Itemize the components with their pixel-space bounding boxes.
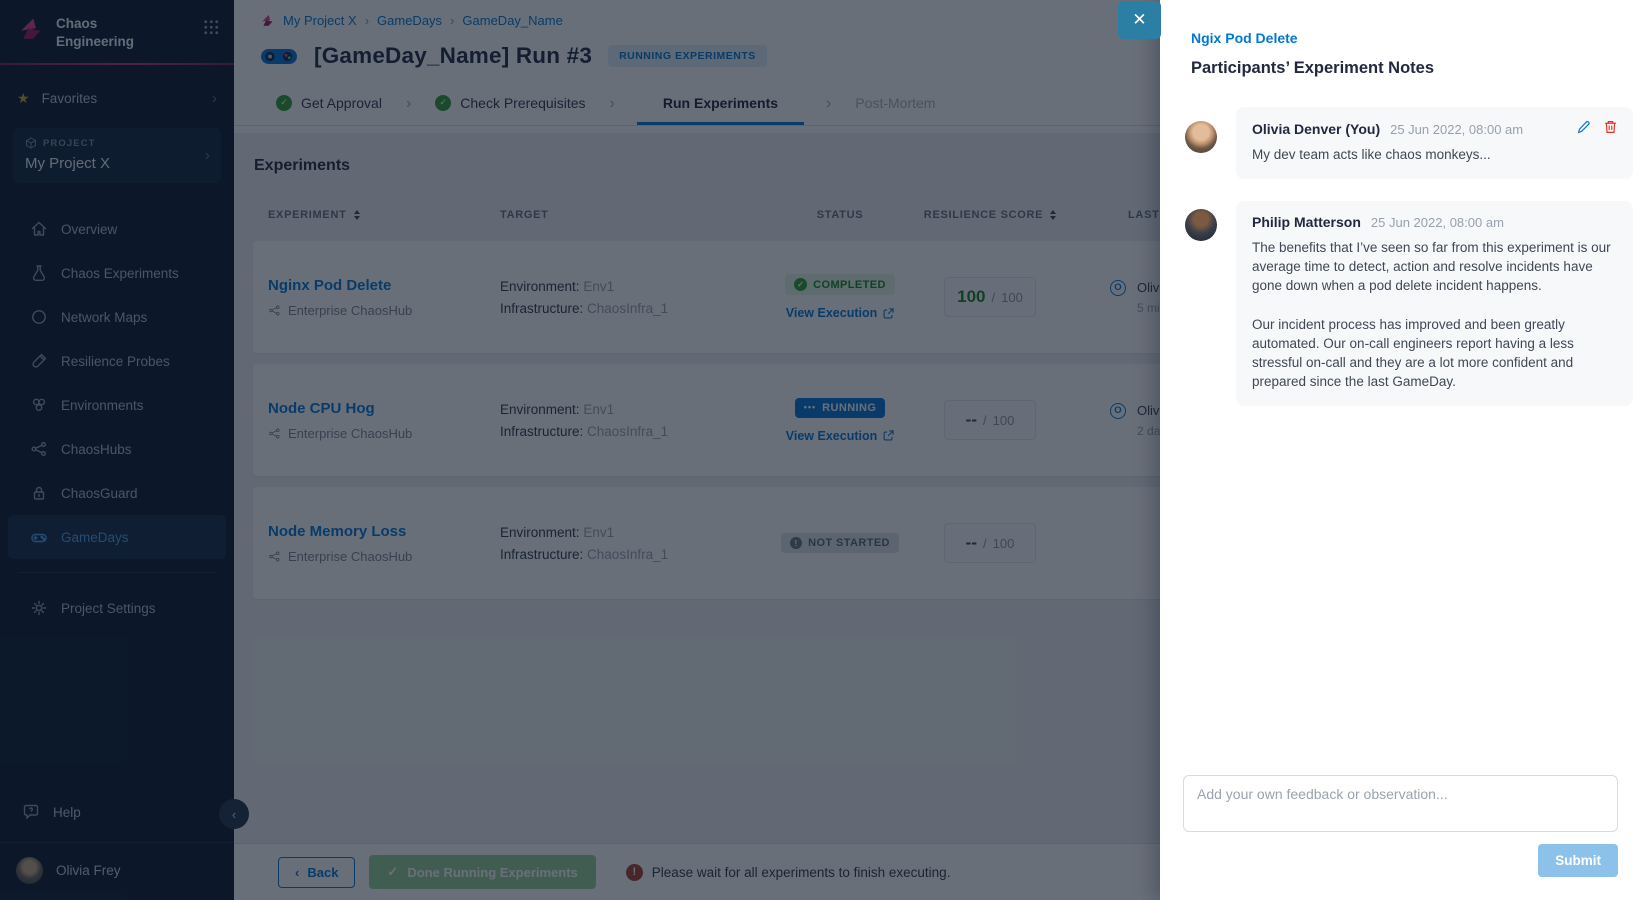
drawer-experiment-link[interactable]: Ngix Pod Delete <box>1191 30 1618 46</box>
drawer-title: Participants’ Experiment Notes <box>1191 59 1618 78</box>
comment-author: Olivia Denver (You) <box>1252 121 1380 137</box>
avatar <box>1185 121 1217 153</box>
comment-item: Olivia Denver (You) 25 Jun 2022, 08:00 a… <box>1160 107 1642 179</box>
comment-text: The benefits that I’ve seen so far from … <box>1252 238 1617 391</box>
edit-pencil-icon[interactable] <box>1577 120 1591 134</box>
comment-text: My dev team acts like chaos monkeys... <box>1252 145 1617 164</box>
comment-date: 25 Jun 2022, 08:00 am <box>1390 122 1523 137</box>
comment-item: Philip Matterson 25 Jun 2022, 08:00 am T… <box>1160 201 1642 406</box>
close-icon: ✕ <box>1132 10 1146 30</box>
feedback-input[interactable] <box>1183 775 1618 832</box>
modal-dim-overlay[interactable] <box>0 0 1160 900</box>
submit-button[interactable]: Submit <box>1538 844 1618 877</box>
avatar <box>1185 209 1217 241</box>
comment-author: Philip Matterson <box>1252 214 1361 230</box>
delete-trash-icon[interactable] <box>1604 120 1617 134</box>
comment-date: 25 Jun 2022, 08:00 am <box>1371 215 1504 230</box>
close-drawer-button[interactable]: ✕ <box>1118 1 1161 39</box>
experiment-notes-drawer: Ngix Pod Delete Participants’ Experiment… <box>1160 0 1642 900</box>
